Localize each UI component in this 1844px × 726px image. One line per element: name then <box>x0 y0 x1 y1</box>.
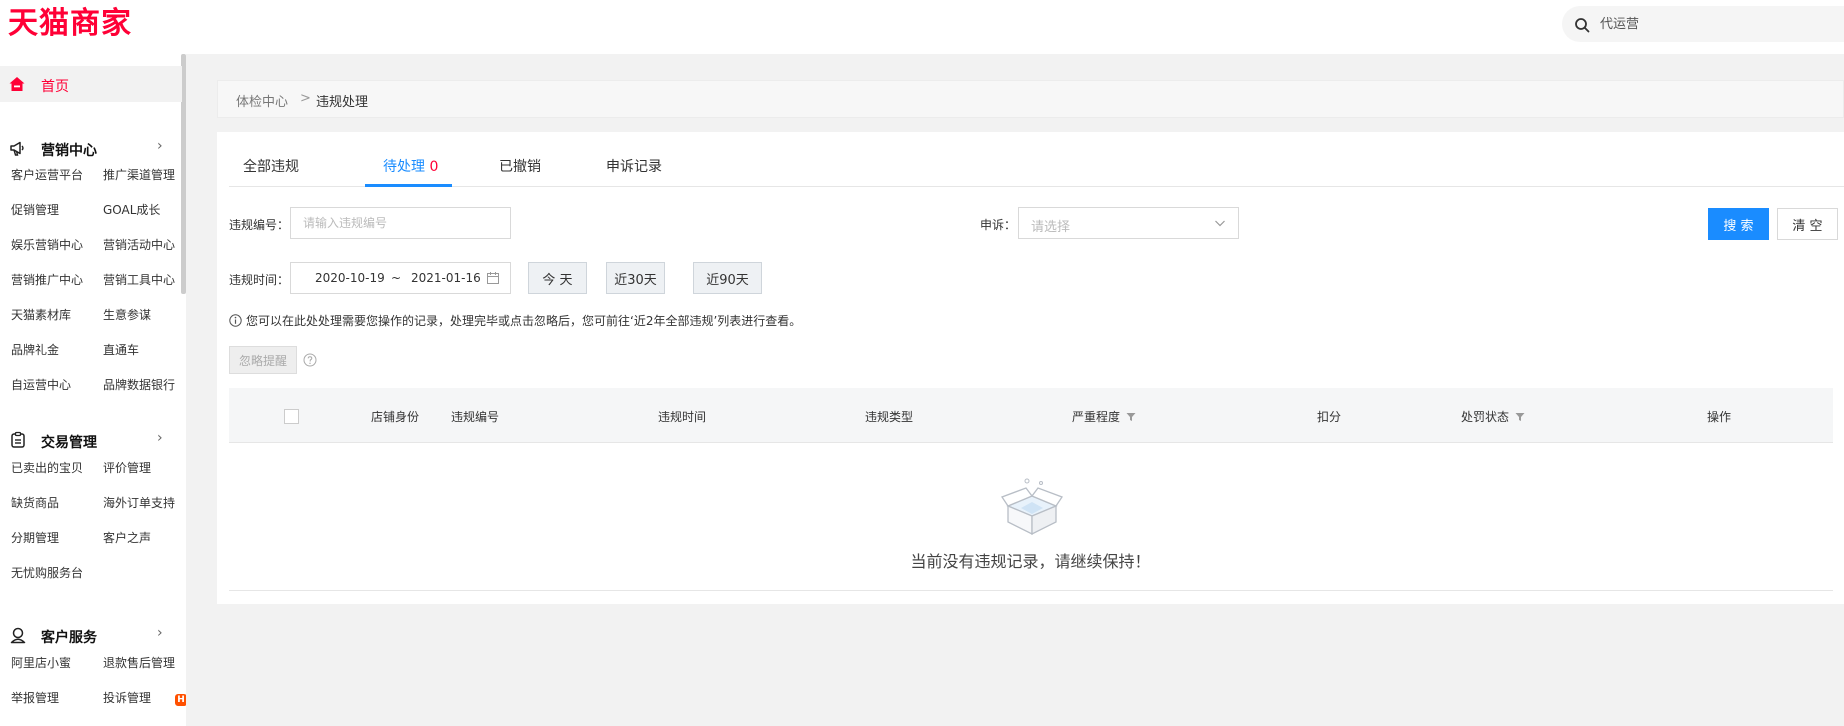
chevron-down-icon <box>1215 220 1225 227</box>
sidebar: 首页 营销中心 › 客户运营平台 推广渠道管理 促销管理 GOAL成长 娱乐营销… <box>0 54 186 726</box>
sidebar-link[interactable]: GOAL成长 <box>103 201 160 218</box>
today-button[interactable]: 今 天 <box>528 262 587 294</box>
breadcrumb-parent[interactable]: 体检中心 <box>236 91 288 110</box>
main-panel: 全部违规 待处理 0 已撤销 申诉记录 违规编号： 申诉： 请选择 搜 索 清 … <box>217 132 1844 604</box>
sidebar-item-label: 首页 <box>41 79 69 95</box>
sidebar-link[interactable]: 自运营中心 <box>11 376 71 393</box>
sidebar-link[interactable]: 举报管理 <box>11 689 59 706</box>
sidebar-link[interactable]: 直通车 <box>103 341 139 358</box>
sidebar-link[interactable]: 品牌礼金 <box>11 341 59 358</box>
empty-state-message: 当前没有违规记录，请继续保持！ <box>910 552 1151 571</box>
sidebar-link[interactable]: 投诉管理 <box>103 689 151 706</box>
empty-box-icon <box>1001 478 1063 536</box>
search-input[interactable] <box>1600 6 1830 42</box>
filter-icon[interactable] <box>1515 412 1525 422</box>
sidebar-item-home[interactable]: 首页 <box>0 66 182 102</box>
tab-pending[interactable]: 待处理 0 <box>383 156 438 176</box>
tmall-logo[interactable]: 天猫商家 <box>8 6 132 42</box>
appeal-label: 申诉： <box>980 218 1017 232</box>
sidebar-link[interactable]: 营销推广中心 <box>11 271 83 288</box>
notice-text: 您可以在此处处理需要您操作的记录，处理完毕或点击忽略后，您可前往‘近2年全部违规… <box>229 312 801 329</box>
sidebar-group-service[interactable]: 客户服务 › <box>0 621 182 649</box>
chevron-right-icon: › <box>157 430 163 446</box>
date-end[interactable]: 2021-01-16 <box>411 271 481 285</box>
sidebar-link[interactable]: 阿里店小蜜 <box>11 654 71 671</box>
sidebar-link[interactable]: 营销工具中心 <box>103 271 175 288</box>
top-bar: 天猫商家 <box>0 0 1844 54</box>
sidebar-link[interactable]: 缺货商品 <box>11 494 59 511</box>
appeal-select[interactable]: 请选择 <box>1018 207 1239 239</box>
sidebar-group-title: 交易管理 <box>41 435 97 451</box>
violation-no-input[interactable] <box>290 207 511 239</box>
sidebar-link[interactable]: 天猫素材库 <box>11 306 71 323</box>
last-90-days-button[interactable]: 近90天 <box>693 262 762 294</box>
sidebar-link[interactable]: 品牌数据银行 <box>103 376 175 393</box>
sidebar-link[interactable]: 客户之声 <box>103 529 151 546</box>
tab-appeal-records[interactable]: 申诉记录 <box>606 156 662 176</box>
sidebar-link[interactable]: 评价管理 <box>103 459 151 476</box>
new-badge: H <box>175 694 186 706</box>
breadcrumb: 体检中心 > 违规处理 <box>217 80 1844 118</box>
notice-message: 您可以在此处处理需要您操作的记录，处理完毕或点击忽略后，您可前往‘近2年全部违规… <box>246 314 802 328</box>
ignore-reminder-button[interactable]: 忽略提醒 <box>229 346 297 374</box>
column-header-label: 严重程度 <box>1072 410 1121 424</box>
column-header: 操作 <box>1707 410 1732 424</box>
chevron-right-icon: › <box>157 625 163 641</box>
date-range-picker[interactable]: 2020-10-19 ~ 2021-01-16 <box>290 262 511 294</box>
sidebar-link[interactable]: 生意参谋 <box>103 306 151 323</box>
info-icon <box>229 314 242 327</box>
megaphone-icon <box>10 141 24 156</box>
tab-pending-count: 0 <box>429 159 439 175</box>
clipboard-icon <box>11 431 25 448</box>
customer-service-icon <box>10 627 26 644</box>
table-header: 店铺身份 违规编号 违规时间 违规类型 严重程度 扣分 处罚状态 操作 <box>229 388 1833 443</box>
sidebar-link[interactable]: 推广渠道管理 <box>103 166 175 183</box>
tab-all-violations[interactable]: 全部违规 <box>243 156 299 176</box>
column-header-penalty-status[interactable]: 处罚状态 <box>1461 408 1525 425</box>
tab-bar: 全部违规 待处理 0 已撤销 申诉记录 <box>229 132 1844 187</box>
sidebar-group-marketing[interactable]: 营销中心 › <box>0 134 182 162</box>
column-header: 违规时间 <box>658 410 707 424</box>
sidebar-group-title: 客户服务 <box>41 630 97 646</box>
column-header-severity[interactable]: 严重程度 <box>1072 408 1136 425</box>
sidebar-group-trade[interactable]: 交易管理 › <box>0 426 182 454</box>
date-start[interactable]: 2020-10-19 <box>315 271 385 285</box>
home-icon <box>9 77 25 91</box>
appeal-select-placeholder: 请选择 <box>1031 220 1071 235</box>
clear-button[interactable]: 清 空 <box>1777 208 1838 240</box>
active-tab-indicator <box>365 184 452 187</box>
chevron-right-icon: › <box>157 138 163 154</box>
sidebar-link[interactable]: 促销管理 <box>11 201 59 218</box>
date-separator: ~ <box>391 271 402 285</box>
violation-time-label: 违规时间： <box>229 273 290 287</box>
table-divider <box>229 590 1833 591</box>
global-search[interactable] <box>1562 6 1844 42</box>
sidebar-link[interactable]: 已卖出的宝贝 <box>11 459 83 476</box>
sidebar-link[interactable]: 分期管理 <box>11 529 59 546</box>
tab-revoked[interactable]: 已撤销 <box>499 156 541 176</box>
search-button[interactable]: 搜 索 <box>1708 208 1769 240</box>
tab-pending-label: 待处理 <box>383 159 425 175</box>
sidebar-link[interactable]: 营销活动中心 <box>103 236 175 253</box>
calendar-icon[interactable] <box>486 271 500 285</box>
breadcrumb-separator: > <box>300 91 311 106</box>
violation-no-label: 违规编号： <box>229 218 290 232</box>
sidebar-link[interactable]: 娱乐营销中心 <box>11 236 83 253</box>
sidebar-link[interactable]: 客户运营平台 <box>11 166 83 183</box>
filter-icon[interactable] <box>1126 412 1136 422</box>
breadcrumb-current: 违规处理 <box>316 95 369 110</box>
sidebar-link[interactable]: 退款售后管理 <box>103 654 175 671</box>
help-icon[interactable] <box>303 353 317 367</box>
column-header: 扣分 <box>1317 410 1342 424</box>
column-header-label: 处罚状态 <box>1461 410 1510 424</box>
column-header: 店铺身份 <box>371 410 420 424</box>
search-icon[interactable] <box>1574 17 1590 33</box>
sidebar-link[interactable]: 海外订单支持 <box>103 494 175 511</box>
sidebar-link[interactable]: 无忧购服务台 <box>11 564 83 581</box>
sidebar-group-title: 营销中心 <box>41 143 97 159</box>
last-30-days-button[interactable]: 近30天 <box>606 262 665 294</box>
column-header: 违规类型 <box>865 410 914 424</box>
select-all-checkbox[interactable] <box>284 409 299 424</box>
column-header: 违规编号 <box>451 410 500 424</box>
